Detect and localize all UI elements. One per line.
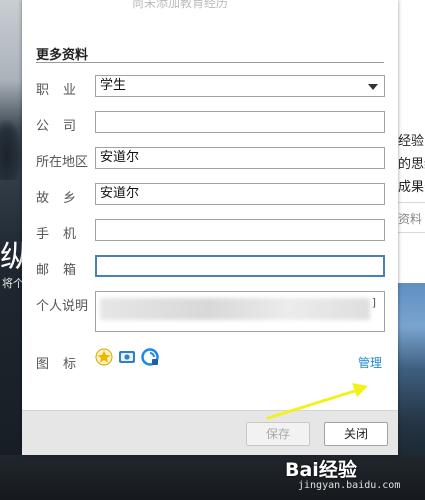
blurred-bio-text [100,298,370,320]
education-hint: 尚未添加教育经历 [132,0,229,10]
occupation-value: 学生 [100,78,127,93]
manage-icons-link[interactable]: 管理 [358,354,382,371]
photo-app-icon[interactable] [118,348,136,366]
watermark-url: jingyan.baidu.com [298,480,401,491]
email-field[interactable] [95,255,385,277]
scroll-mark-icon: ] [371,296,376,309]
bio-label: 个人说明 [36,299,89,314]
hometown-label: 故乡 [36,191,91,206]
occupation-select[interactable]: 学生 [95,75,385,97]
save-button[interactable]: 保存 [246,422,310,446]
occupation-label: 职业 [36,83,91,98]
background-text-line: 经验的 [398,134,425,149]
background-divider [398,232,425,233]
hometown-field[interactable]: 安道尔 [95,183,385,205]
company-label: 公司 [36,119,91,134]
phone-label: 手机 [36,227,91,242]
baidu-jingyan-watermark: Bai经验 [285,459,357,481]
background-tree-silhouette [0,120,22,180]
icons-label: 图标 [36,357,91,372]
close-button[interactable]: 关闭 [324,422,388,446]
background-text-line: 的思维 [398,157,425,172]
background-footer [0,455,425,500]
bio-textarea[interactable]: ] [95,291,385,332]
chevron-down-icon [368,84,378,90]
email-label: 邮箱 [36,263,91,278]
company-field[interactable] [95,111,385,133]
background-text-line: 资料 [398,212,423,226]
section-divider [36,62,384,63]
star-badge-icon[interactable] [95,348,113,366]
background-divider [398,202,425,203]
qq-browser-icon[interactable] [141,348,159,366]
phone-field[interactable] [95,219,385,241]
location-field[interactable]: 安道尔 [95,147,385,169]
background-text-line: 成果安 [398,180,425,195]
icon-list [95,348,159,366]
location-label: 所在地区 [36,155,89,170]
background-subtext: 将个 [2,277,24,290]
section-title: 更多资料 [36,48,89,63]
dialog-footer: 保存 关闭 [22,410,398,455]
profile-dialog: 尚未添加教育经历 更多资料 职业 学生 公司 所在地区 安道尔 故乡 安道尔 手… [22,0,398,455]
